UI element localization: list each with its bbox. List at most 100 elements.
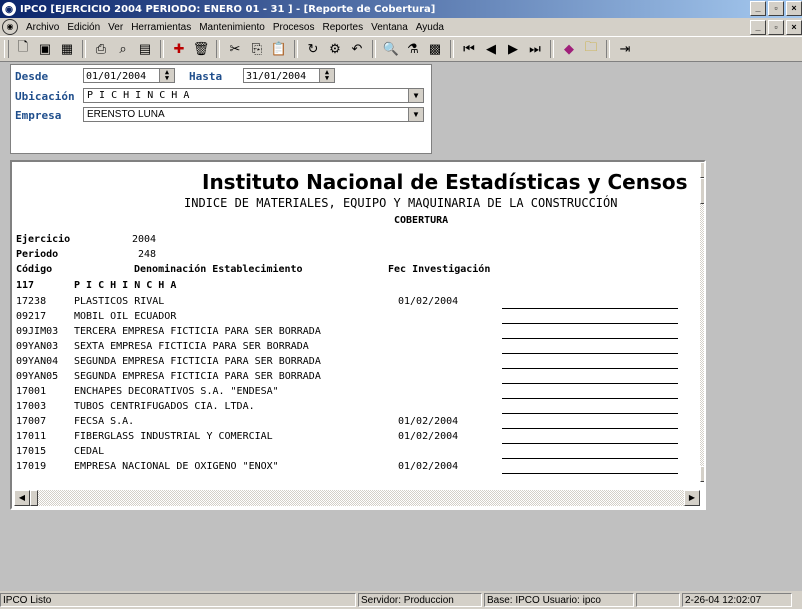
last-record-icon[interactable]: ⏭ (525, 40, 545, 58)
restore-button[interactable]: ▫ (768, 1, 784, 16)
row-denominacion: TERCERA EMPRESA FICTICIA PARA SER BORRAD… (74, 326, 321, 337)
row-denominacion: EMPRESA NACIONAL DE OXIGENO "ENOX" (74, 461, 279, 472)
scroll-up-button[interactable]: ▲ (700, 162, 704, 178)
scroll-left-button[interactable]: ◀ (14, 490, 30, 506)
document-minimize-button[interactable]: _ (750, 20, 766, 35)
status-empty (636, 593, 680, 607)
row-codigo: 09217 (16, 311, 47, 322)
filter-icon[interactable]: ⚗ (403, 40, 423, 58)
column-header-fecha: Fec Investigación (388, 264, 491, 275)
row-denominacion: SEGUNDA EMPRESA FICTICIA PARA SER BORRAD… (74, 371, 321, 382)
ubicacion-value: P I C H I N C H A (87, 90, 190, 101)
hasta-date-value: 31/01/2004 (246, 71, 307, 82)
document-icon[interactable]: ◉ (2, 19, 18, 35)
signature-line (502, 368, 678, 369)
row-denominacion: FIBERGLASS INDUSTRIAL Y COMERCIAL (74, 431, 273, 442)
ubicacion-select[interactable]: P I C H I N C H A ▼ (83, 88, 424, 103)
vertical-scroll-thumb[interactable] (700, 178, 704, 204)
print-preview-icon[interactable]: ⌕ (113, 40, 133, 58)
paste-icon[interactable]: 📋 (269, 40, 289, 58)
signature-line (502, 413, 678, 414)
save-icon[interactable]: ▣ (35, 40, 55, 58)
menu-ayuda[interactable]: Ayuda (412, 22, 448, 33)
menu-ver[interactable]: Ver (104, 22, 127, 33)
row-codigo: 09YAN03 (16, 341, 59, 352)
empresa-select[interactable]: ERENSTO LUNA ▼ (83, 107, 424, 122)
horizontal-scroll-thumb[interactable] (30, 490, 38, 506)
signature-line (502, 353, 678, 354)
row-fecha: 01/02/2004 (398, 416, 459, 427)
open-folder-icon[interactable]: 🗀 (581, 39, 601, 58)
signature-line (502, 383, 678, 384)
window-title: IPCO [EJERCICIO 2004 PERIODO: ENERO 01 -… (20, 3, 436, 15)
refresh-icon[interactable]: ↻ (303, 40, 323, 58)
menu-edicion[interactable]: Edición (63, 22, 104, 33)
search-icon[interactable]: 🔍 (381, 40, 401, 58)
desde-date-input[interactable]: 01/01/2004 ▲ ▼ (83, 68, 175, 83)
row-fecha: 01/02/2004 (398, 461, 459, 472)
vertical-scrollbar[interactable]: ▲ ▼ (700, 162, 704, 482)
ejercicio-value: 2004 (132, 234, 157, 245)
save-all-icon[interactable]: ▦ (57, 40, 77, 58)
menu-herramientas[interactable]: Herramientas (127, 22, 195, 33)
document-window-controls: _ ▫ × (748, 20, 802, 35)
status-base-user: Base: IPCO Usuario: ipco (484, 593, 634, 607)
menu-reportes[interactable]: Reportes (319, 22, 368, 33)
scroll-down-button[interactable]: ▼ (700, 466, 704, 482)
hasta-spinner[interactable]: ▲ ▼ (319, 69, 334, 82)
periodo-label: Periodo (16, 249, 59, 260)
scroll-right-button[interactable]: ▶ (684, 490, 700, 506)
group-code: 117 (16, 280, 35, 291)
row-denominacion: CEDAL (74, 446, 105, 457)
exit-icon[interactable]: ⇥ (615, 40, 635, 58)
cut-icon[interactable]: ✂ (225, 40, 245, 58)
row-codigo: 17019 (16, 461, 47, 472)
desde-spinner[interactable]: ▲ ▼ (159, 69, 174, 82)
menu-mantenimiento[interactable]: Mantenimiento (195, 22, 269, 33)
print-icon[interactable]: ⎙ (91, 40, 111, 58)
add-record-icon[interactable]: ✚ (169, 40, 189, 58)
hasta-date-input[interactable]: 31/01/2004 ▲ ▼ (243, 68, 335, 83)
close-button[interactable]: × (786, 1, 802, 16)
row-codigo: 17003 (16, 401, 47, 412)
horizontal-scrollbar[interactable]: ◀ ▶ (14, 490, 700, 506)
signature-line (502, 443, 678, 444)
document-close-button[interactable]: × (786, 20, 802, 35)
menu-procesos[interactable]: Procesos (269, 22, 319, 33)
hasta-label: Hasta (189, 69, 223, 83)
menu-bar: ◉ Archivo Edición Ver Herramientas Mante… (0, 18, 802, 36)
find-icon[interactable]: ⚙ (325, 40, 345, 58)
row-denominacion: SEXTA EMPRESA FICTICIA PARA SER BORRADA (74, 341, 309, 352)
signature-line (502, 308, 678, 309)
empresa-dropdown-icon[interactable]: ▼ (408, 108, 423, 121)
status-bar: IPCO Listo Servidor: Produccion Base: IP… (0, 591, 802, 609)
copy-icon[interactable]: ⎘ (247, 40, 267, 58)
ubicacion-dropdown-icon[interactable]: ▼ (408, 89, 423, 102)
menu-archivo[interactable]: Archivo (22, 22, 63, 33)
previous-record-icon[interactable]: ◀ (481, 40, 501, 58)
eraser-icon[interactable]: ◆ (559, 40, 579, 58)
row-codigo: 09JIM03 (16, 326, 59, 337)
properties-icon[interactable]: ▤ (135, 40, 155, 58)
first-record-icon[interactable]: ⏮ (459, 40, 479, 58)
undo-icon[interactable]: ↶ (347, 40, 367, 58)
calculator-icon[interactable]: ▩ (425, 40, 445, 58)
signature-line (502, 428, 678, 429)
row-codigo: 17015 (16, 446, 47, 457)
filter-panel: Desde 01/01/2004 ▲ ▼ Hasta 31/01/2004 ▲ ▼ … (10, 64, 432, 154)
delete-icon[interactable]: 🗑 (191, 40, 211, 58)
new-icon[interactable]: 🗋 (13, 39, 33, 58)
report-subtitle: INDICE DE MATERIALES, EQUIPO Y MAQUINARI… (184, 196, 618, 210)
row-codigo: 09YAN04 (16, 356, 59, 367)
report-viewer[interactable]: Instituto Nacional de Estadísticas y Cen… (10, 160, 706, 510)
column-header-denominacion: Denominación Establecimiento (134, 264, 303, 275)
menu-ventana[interactable]: Ventana (367, 22, 412, 33)
toolbar-grip[interactable] (4, 40, 9, 58)
row-fecha: 01/02/2004 (398, 431, 459, 442)
next-record-icon[interactable]: ▶ (503, 40, 523, 58)
document-restore-button[interactable]: ▫ (768, 20, 784, 35)
column-header-codigo: Código (16, 264, 53, 275)
row-codigo: 09YAN05 (16, 371, 59, 382)
report-section: COBERTURA (394, 215, 449, 226)
minimize-button[interactable]: _ (750, 1, 766, 16)
